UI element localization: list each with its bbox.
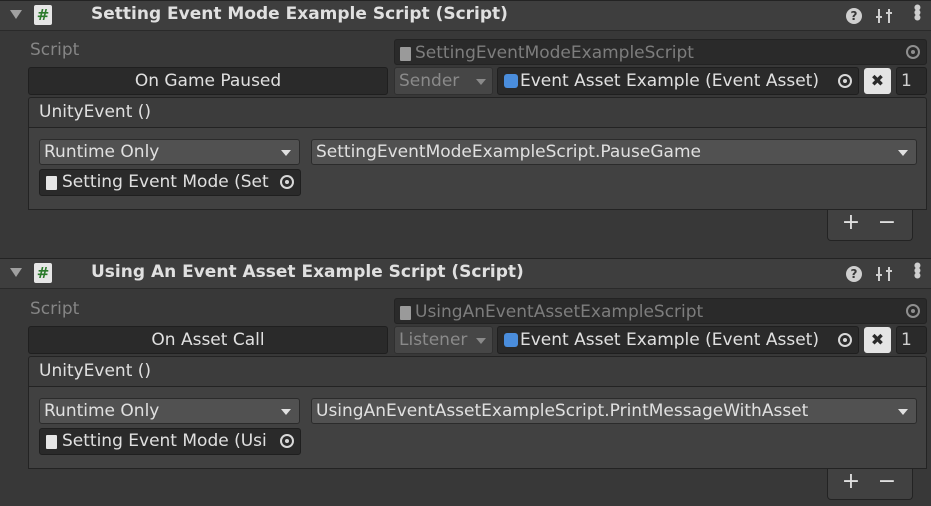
presets-icon[interactable] [875,265,893,283]
object-picker-icon [906,45,920,59]
event-asset-field[interactable]: Event Asset Example (Event Asset) [497,67,859,95]
remove-listener-button[interactable]: − [872,469,902,495]
script-file-icon [46,435,57,449]
event-mode-value: Sender [399,71,460,91]
remove-asset-button[interactable]: ✖ [864,68,891,94]
event-asset-field[interactable]: Event Asset Example (Event Asset) [497,326,859,354]
target-value: Setting Event Mode (Set [62,172,269,192]
add-listener-button[interactable]: + [836,210,866,236]
call-state-value: Runtime Only [44,401,160,421]
event-asset-icon [504,333,518,347]
call-state-dropdown[interactable]: Runtime Only [39,398,300,424]
event-mode-value: Listener [399,330,468,350]
component-header[interactable]: # Setting Event Mode Example Script (Scr… [0,0,931,31]
call-state-dropdown[interactable]: Runtime Only [39,139,300,165]
object-picker-icon[interactable] [280,434,294,448]
target-value: Setting Event Mode (Usi [62,431,267,451]
event-asset-icon [504,74,518,88]
event-name-field[interactable]: On Asset Call [28,326,388,354]
event-mode-dropdown[interactable]: Sender [394,67,493,95]
component-header[interactable]: # Using An Event Asset Example Script (S… [0,258,931,289]
chevron-down-icon [281,150,291,156]
help-icon[interactable]: ? [846,266,862,282]
listener-footer: + − [827,210,913,241]
chevron-down-icon [898,150,908,156]
script-icon: # [34,5,52,25]
function-value: UsingAnEventAssetExampleScript.PrintMess… [316,401,809,421]
object-picker-icon[interactable] [838,74,852,88]
function-value: SettingEventModeExampleScript.PauseGame [316,142,701,162]
script-label: Script [30,299,80,319]
listener-footer: + − [827,469,913,500]
call-state-value: Runtime Only [44,142,160,162]
script-value: UsingAnEventAssetExampleScript [415,302,704,322]
script-object-field: UsingAnEventAssetExampleScript [394,298,927,324]
foldout-arrow-icon[interactable] [10,10,22,19]
help-icon[interactable]: ? [846,8,862,24]
component-title: Setting Event Mode Example Script (Scrip… [91,4,508,24]
script-icon: # [34,263,52,283]
event-asset-value: Event Asset Example (Event Asset) [520,330,819,350]
function-dropdown[interactable]: UsingAnEventAssetExampleScript.PrintMess… [311,398,917,424]
event-name-field[interactable]: On Game Paused [28,67,388,95]
object-picker-icon [906,304,920,318]
remove-asset-button[interactable]: ✖ [864,327,891,353]
script-file-icon [46,176,57,190]
chevron-down-icon [898,409,908,415]
target-object-field[interactable]: Setting Event Mode (Set [39,169,301,196]
component-title: Using An Event Asset Example Script (Scr… [91,262,524,282]
function-dropdown[interactable]: SettingEventModeExampleScript.PauseGame [311,139,917,165]
event-mode-dropdown[interactable]: Listener [394,326,493,354]
kebab-menu-icon[interactable]: • • • [912,1,923,28]
event-asset-value: Event Asset Example (Event Asset) [520,71,819,91]
count-field[interactable]: 1 [896,326,927,354]
count-field[interactable]: 1 [896,67,927,95]
script-label: Script [30,40,80,60]
presets-icon[interactable] [875,7,893,25]
script-value: SettingEventModeExampleScript [415,43,694,63]
script-object-field: SettingEventModeExampleScript [394,39,927,65]
target-object-field[interactable]: Setting Event Mode (Usi [39,428,301,455]
kebab-menu-icon[interactable]: • • • [912,259,923,286]
unity-event-header: UnityEvent () [28,97,927,128]
object-picker-icon[interactable] [838,333,852,347]
object-picker-icon[interactable] [280,175,294,189]
foldout-arrow-icon[interactable] [10,268,22,277]
add-listener-button[interactable]: + [836,469,866,495]
chevron-down-icon [281,409,291,415]
chevron-down-icon [476,79,486,85]
chevron-down-icon [476,338,486,344]
remove-listener-button[interactable]: − [872,210,902,236]
script-file-icon [400,47,411,61]
script-file-icon [400,306,411,320]
unity-event-header: UnityEvent () [28,356,927,387]
